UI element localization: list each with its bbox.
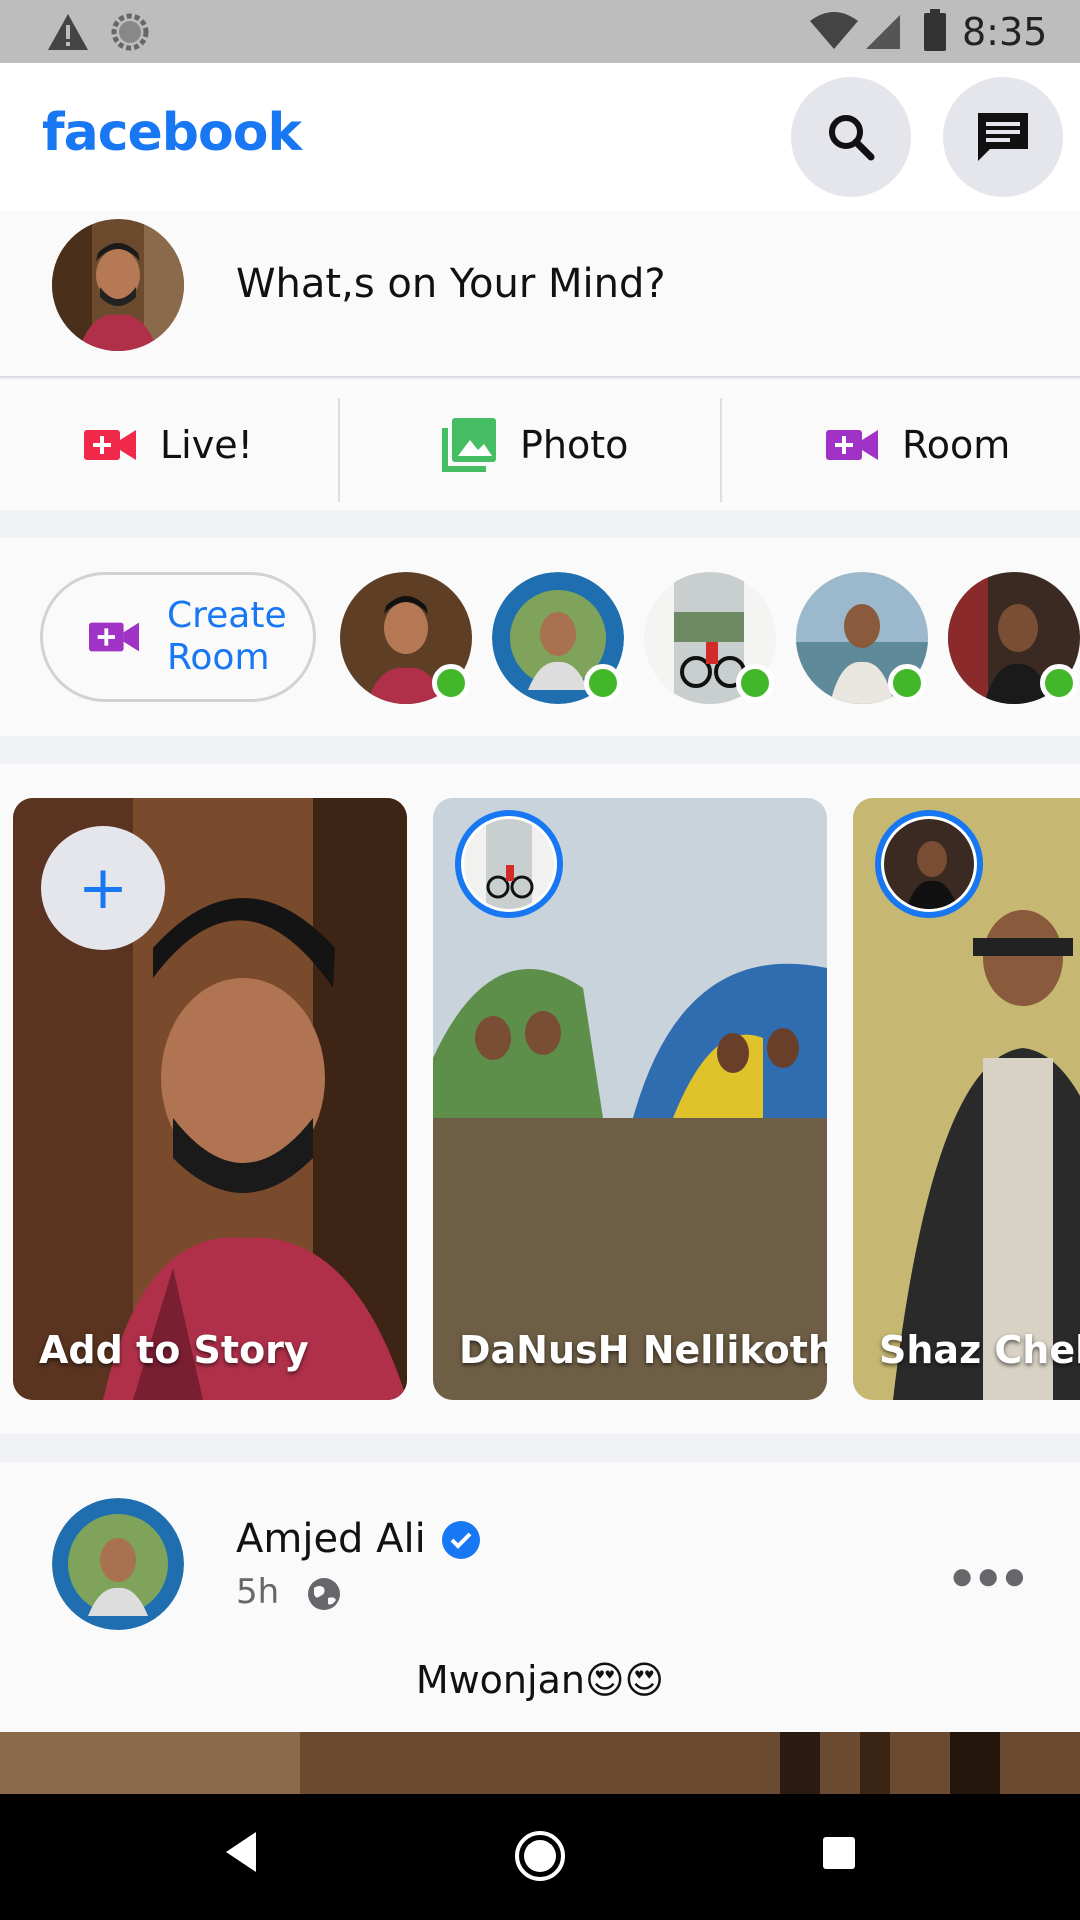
composer-actions: Live! Photo Room [0, 380, 1080, 510]
room-contact-avatar[interactable] [644, 572, 776, 704]
post-composer[interactable]: What,s on Your Mind? [0, 211, 1080, 378]
live-video-icon [84, 430, 136, 460]
add-story-button[interactable]: + [41, 826, 165, 950]
room-button[interactable]: Room [826, 380, 1010, 510]
rooms-row: Create Room [0, 538, 1080, 736]
user-avatar[interactable] [52, 219, 184, 351]
photo-label: Photo [520, 423, 629, 467]
online-indicator [584, 664, 622, 702]
home-icon[interactable] [514, 1830, 566, 1882]
post-image[interactable] [0, 1732, 1080, 1794]
clock: 8:35 [962, 10, 1048, 54]
plus-icon: + [77, 853, 129, 923]
create-room-button[interactable]: Create Room [40, 572, 316, 702]
room-label: Room [902, 423, 1011, 467]
post-author-avatar[interactable] [52, 1498, 184, 1630]
online-indicator [1040, 664, 1078, 702]
post-timestamp: 5h [236, 1572, 280, 1612]
post-author-name[interactable]: Amjed Ali [236, 1516, 426, 1562]
post-text: Mwonjan😍😍 [415, 1658, 665, 1702]
globe-icon [308, 1578, 340, 1610]
live-button[interactable]: Live! [84, 380, 253, 510]
messenger-button[interactable] [943, 77, 1063, 197]
live-label: Live! [160, 423, 253, 467]
signal-icon [866, 15, 900, 49]
recents-icon[interactable] [822, 1836, 856, 1870]
search-button[interactable] [791, 77, 911, 197]
verified-badge-icon [442, 1521, 480, 1559]
story-label: Shaz Chelsea [879, 1328, 1080, 1372]
battery-icon [924, 9, 946, 51]
divider [720, 398, 722, 502]
warning-icon [48, 14, 88, 50]
facebook-logo[interactable]: facebook [42, 103, 302, 163]
story-card[interactable]: Shaz Chelsea [853, 798, 1080, 1400]
story-author-avatar [455, 810, 563, 918]
back-icon[interactable] [224, 1830, 258, 1874]
search-icon [829, 115, 875, 161]
create-room-line1: Create [167, 595, 287, 636]
story-label: DaNusH Nellikoth [459, 1328, 827, 1372]
app-header: facebook [0, 63, 1080, 211]
feed-post: Amjed Ali 5h ●●● Mwonjan😍😍 [0, 1462, 1080, 1732]
story-label: Add to Story [39, 1328, 309, 1372]
divider [338, 398, 340, 502]
story-author-avatar [875, 810, 983, 918]
messenger-icon [978, 113, 1028, 161]
add-story-card[interactable]: + Add to Story [13, 798, 407, 1400]
room-video-icon [826, 430, 878, 460]
room-contact-avatar[interactable] [492, 572, 624, 704]
room-contact-avatar[interactable] [796, 572, 928, 704]
online-indicator [736, 664, 774, 702]
photo-icon [442, 418, 496, 472]
composer-placeholder[interactable]: What,s on Your Mind? [236, 261, 666, 307]
story-card[interactable]: DaNusH Nellikoth [433, 798, 827, 1400]
create-room-line2: Room [167, 637, 270, 678]
room-contact-avatar[interactable] [340, 572, 472, 704]
status-bar: 8:35 [0, 0, 1080, 63]
room-contact-avatar[interactable] [948, 572, 1080, 704]
system-nav-bar [0, 1794, 1080, 1920]
online-indicator [888, 664, 926, 702]
more-options-button[interactable]: ●●● [950, 1554, 1028, 1599]
online-indicator [432, 664, 470, 702]
room-video-icon [89, 622, 139, 652]
wifi-icon [810, 12, 858, 49]
photo-button[interactable]: Photo [442, 380, 628, 510]
stories-row: + Add to Story DaNusH Nellikoth Shaz Che [0, 764, 1080, 1434]
sync-icon [111, 13, 149, 51]
